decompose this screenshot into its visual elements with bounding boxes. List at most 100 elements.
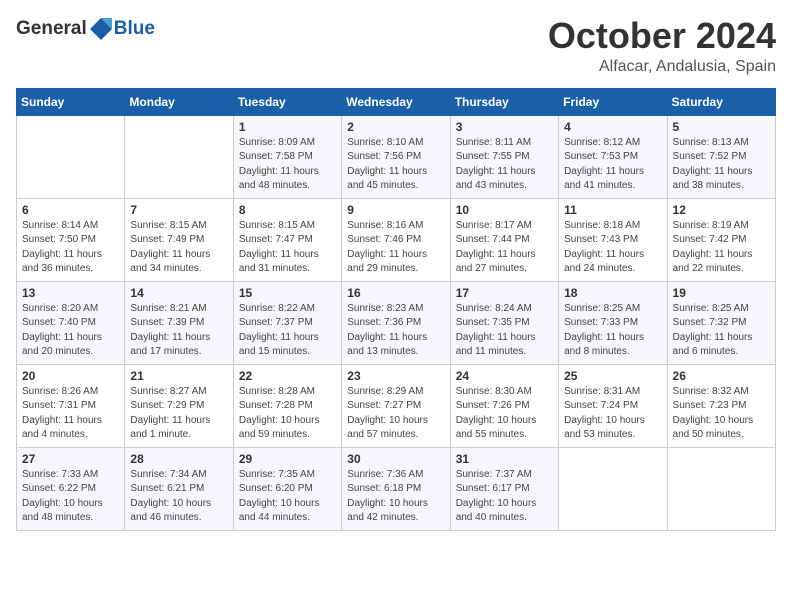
daylight-label: Daylight: 11 hours and 24 minutes. — [564, 249, 644, 275]
day-info: Sunrise: 7:33 AM Sunset: 6:22 PM Daylight:… — [22, 468, 119, 526]
sunrise-label: Sunrise: 8:27 AM — [130, 386, 206, 397]
logo-icon — [88, 16, 114, 42]
day-number: 27 — [22, 452, 119, 466]
calendar-cell: 23Sunrise: 8:29 AMSunset: 7:27 PMDayligh… — [342, 364, 450, 447]
logo-general: General — [16, 16, 114, 42]
weekday-header-tuesday: Tuesday — [233, 88, 341, 115]
day-info: Sunrise: 8:15 AMSunset: 7:47 PMDaylight:… — [239, 219, 336, 277]
title-block: October 2024 Alfacar, Andalusia, Spain — [548, 16, 776, 76]
calendar-cell: 3Sunrise: 8:11 AMSunset: 7:55 PMDaylight… — [450, 115, 558, 198]
calendar-cell: 26Sunrise: 8:32 AMSunset: 7:23 PMDayligh… — [667, 364, 775, 447]
calendar-cell: 18 Sunrise: 8:25 AMSunset: 7:33 PMDayligh… — [559, 281, 667, 364]
calendar-week-row: 6Sunrise: 8:14 AMSunset: 7:50 PMDaylight… — [17, 198, 776, 281]
sunrise-label: Sunrise: 8:09 AM — [239, 137, 315, 148]
sunset-label: Sunset: 7:23 PM — [673, 400, 747, 411]
daylight-label: Daylight: 11 hours and 1 minute. — [130, 415, 210, 441]
day-info: Sunrise: 8:25 AMSunset: 7:33 PMDaylight:… — [564, 302, 661, 360]
sunrise-label: Sunrise: 8:24 AM — [456, 303, 532, 314]
day-number: 31 — [456, 452, 553, 466]
daylight-label: Daylight: 10 hours and 48 minutes. — [22, 498, 103, 524]
sunrise-label: Sunrise: 7:35 AM — [239, 469, 315, 480]
day-info: Sunrise: 8:25 AMSunset: 7:32 PMDaylight:… — [673, 302, 770, 360]
weekday-header-saturday: Saturday — [667, 88, 775, 115]
day-number: 15 — [239, 286, 336, 300]
day-number: 10 — [456, 203, 553, 217]
day-number: 1 — [239, 120, 336, 134]
sunset-label: Sunset: 7:46 PM — [347, 234, 421, 245]
sunset-label: Sunset: 7:27 PM — [347, 400, 421, 411]
sunrise-label: Sunrise: 8:32 AM — [673, 386, 749, 397]
day-number: 18 — [564, 286, 661, 300]
sunset-label: Sunset: 7:55 PM — [456, 151, 530, 162]
day-info: Sunrise: 8:10 AMSunset: 7:56 PMDaylight:… — [347, 136, 444, 194]
day-number: 6 — [22, 203, 119, 217]
day-number: 7 — [130, 203, 227, 217]
daylight-label: Daylight: 11 hours and 15 minutes. — [239, 332, 319, 358]
sunset-label: Sunset: 7:52 PM — [673, 151, 747, 162]
sunrise-label: Sunrise: 7:33 AM — [22, 469, 98, 480]
day-number: 19 — [673, 286, 770, 300]
calendar-cell: 2Sunrise: 8:10 AMSunset: 7:56 PMDaylight… — [342, 115, 450, 198]
calendar-cell: 29Sunrise: 7:35 AMSunset: 6:20 PMDayligh… — [233, 447, 341, 530]
day-number: 24 — [456, 369, 553, 383]
calendar-cell: 13Sunrise: 8:20 AMSunset: 7:40 PMDayligh… — [17, 281, 125, 364]
calendar-cell: 5Sunrise: 8:13 AMSunset: 7:52 PMDaylight… — [667, 115, 775, 198]
calendar-cell: 17Sunrise: 8:24 AMSunset: 7:35 PMDayligh… — [450, 281, 558, 364]
calendar-week-row: 20 Sunrise: 8:26 AM Sunset: 7:31 PM Dayligh… — [17, 364, 776, 447]
sunset-label: Sunset: 6:17 PM — [456, 483, 530, 494]
day-info: Sunrise: 8:09 AMSunset: 7:58 PMDaylight:… — [239, 136, 336, 194]
day-info: Sunrise: 8:15 AMSunset: 7:49 PMDaylight:… — [130, 219, 227, 277]
month-title: October 2024 — [548, 16, 776, 56]
weekday-header-monday: Monday — [125, 88, 233, 115]
sunset-label: Sunset: 7:44 PM — [456, 234, 530, 245]
calendar-cell: 28Sunrise: 7:34 AMSunset: 6:21 PMDayligh… — [125, 447, 233, 530]
daylight-label: Daylight: 10 hours and 40 minutes. — [456, 498, 537, 524]
daylight-label: Daylight: 11 hours and 38 minutes. — [673, 166, 753, 192]
sunset-label: Sunset: 6:21 PM — [130, 483, 204, 494]
sunrise-label: Sunrise: 8:21 AM — [130, 303, 206, 314]
day-info: Sunrise: 8:18 AMSunset: 7:43 PMDaylight:… — [564, 219, 661, 277]
daylight-label: Daylight: 11 hours and 22 minutes. — [673, 249, 753, 275]
day-info: Sunrise: 8:12 AMSunset: 7:53 PMDaylight:… — [564, 136, 661, 194]
daylight-label: Daylight: 11 hours and 34 minutes. — [130, 249, 210, 275]
day-info: Sunrise: 8:31 AMSunset: 7:24 PMDaylight:… — [564, 385, 661, 443]
sunrise-label: Sunrise: 8:28 AM — [239, 386, 315, 397]
day-number: 5 — [673, 120, 770, 134]
sunset-label: Sunset: 6:18 PM — [347, 483, 421, 494]
day-number: 29 — [239, 452, 336, 466]
calendar-cell: 6Sunrise: 8:14 AMSunset: 7:50 PMDaylight… — [17, 198, 125, 281]
sunrise-label: Sunrise: 7:36 AM — [347, 469, 423, 480]
daylight-label: Daylight: 10 hours and 42 minutes. — [347, 498, 428, 524]
sunset-label: Sunset: 7:37 PM — [239, 317, 313, 328]
day-number: 13 — [22, 286, 119, 300]
day-info: Sunrise: 7:35 AMSunset: 6:20 PMDaylight:… — [239, 468, 336, 526]
day-number: 20 — [22, 369, 119, 383]
day-info: Sunrise: 8:29 AMSunset: 7:27 PMDaylight:… — [347, 385, 444, 443]
daylight-label: Daylight: 11 hours and 8 minutes. — [564, 332, 644, 358]
sunrise-label: Sunrise: 8:26 AM — [22, 386, 98, 397]
sunset-label: Sunset: 6:20 PM — [239, 483, 313, 494]
sunset-label: Sunset: 6:22 PM — [22, 483, 96, 494]
day-info: Sunrise: 8:23 AMSunset: 7:36 PMDaylight:… — [347, 302, 444, 360]
sunrise-label: Sunrise: 8:25 AM — [564, 303, 640, 314]
sunrise-label: Sunrise: 8:10 AM — [347, 137, 423, 148]
calendar-cell: 12Sunrise: 8:19 AMSunset: 7:42 PMDayligh… — [667, 198, 775, 281]
day-number: 21 — [130, 369, 227, 383]
day-info: Sunrise: 8:26 AMSunset: 7:31 PMDaylight:… — [22, 385, 119, 443]
sunset-label: Sunset: 7:31 PM — [22, 400, 96, 411]
daylight-label: Daylight: 11 hours and 31 minutes. — [239, 249, 319, 275]
calendar-cell: 20Sunrise: 8:26 AMSunset: 7:31 PMDayligh… — [17, 364, 125, 447]
sunset-label: Sunset: 7:26 PM — [456, 400, 530, 411]
daylight-label: Daylight: 10 hours and 53 minutes. — [564, 415, 645, 441]
calendar-body: 1 Sunrise: 8:09 AMSunset: 7:58 PMDaylight… — [17, 115, 776, 530]
day-number: 9 — [347, 203, 444, 217]
calendar-cell: 22Sunrise: 8:28 AMSunset: 7:28 PMDayligh… — [233, 364, 341, 447]
sunset-label: Sunset: 7:35 PM — [456, 317, 530, 328]
daylight-label: Daylight: 11 hours and 43 minutes. — [456, 166, 536, 192]
sunrise-label: Sunrise: 8:22 AM — [239, 303, 315, 314]
daylight-label: Daylight: 11 hours and 36 minutes. — [22, 249, 102, 275]
day-number: 25 — [564, 369, 661, 383]
calendar-cell: 31Sunrise: 7:37 AMSunset: 6:17 PMDayligh… — [450, 447, 558, 530]
day-number: 14 — [130, 286, 227, 300]
calendar-table: SundayMondayTuesdayWednesdayThursdayFrid… — [16, 88, 776, 531]
